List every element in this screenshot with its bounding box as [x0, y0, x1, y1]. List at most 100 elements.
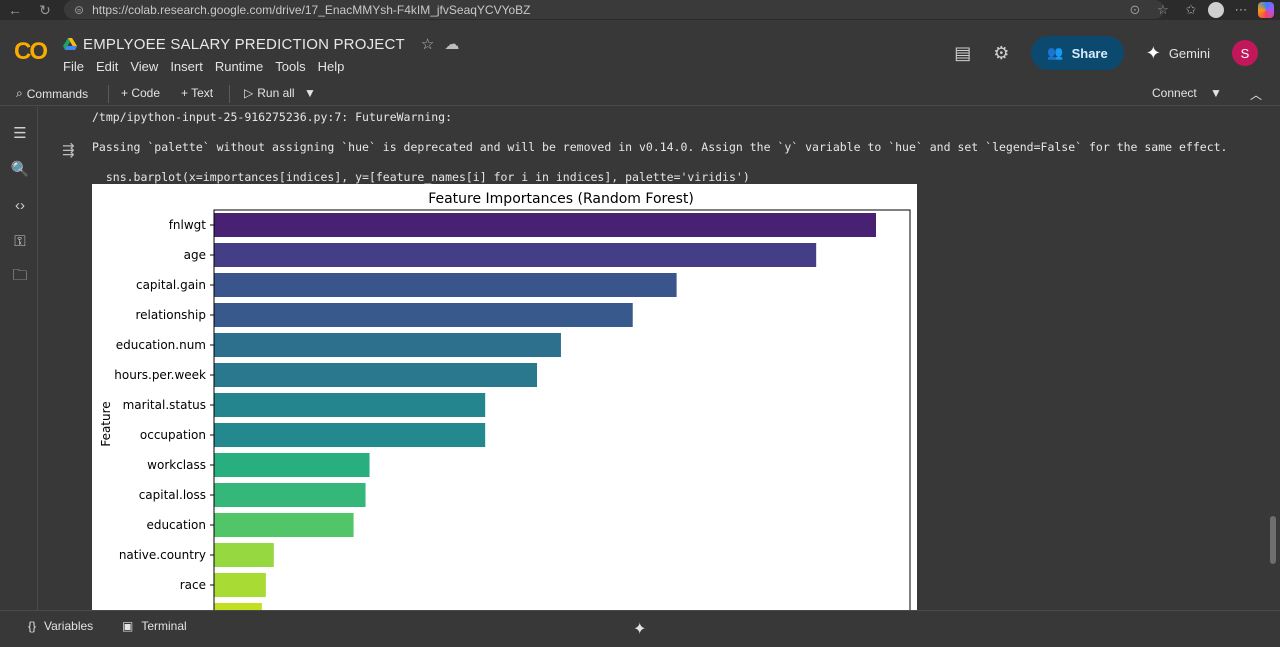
menu-edit[interactable]: Edit [96, 59, 118, 74]
favorites-icon[interactable]: ✩ [1180, 1, 1202, 19]
notebook-content: /tmp/ipython-input-25-916275236.py:7: Fu… [38, 107, 1266, 610]
url-text: https://colab.research.google.com/drive/… [92, 2, 531, 17]
people-icon: 👥 [1047, 45, 1064, 60]
chart-bar [214, 573, 266, 597]
y-tick-label: fnlwgt [169, 218, 207, 232]
menu-tools[interactable]: Tools [275, 59, 305, 74]
browser-profile-avatar[interactable] [1208, 2, 1224, 18]
search-icon: ⌕ [16, 86, 23, 100]
google-drive-icon [63, 38, 77, 50]
connect-dropdown-icon[interactable]: ▼ [1210, 86, 1222, 100]
y-tick-label: marital.status [123, 398, 206, 412]
gemini-sparkle-icon: ✦ [1145, 42, 1161, 63]
menu-bar: File Edit View Insert Runtime Tools Help [63, 59, 344, 74]
left-sidebar: ☰ 🔍 ‹› ⚿ 🗀 [0, 107, 38, 610]
more-horizontal-icon[interactable]: ⊙ [1124, 1, 1146, 19]
run-all-button[interactable]: ▷ Run all [244, 86, 295, 100]
cloud-sync-icon[interactable]: ☁ [444, 35, 459, 53]
y-tick-label: age [184, 248, 206, 262]
chart-bar [214, 333, 561, 357]
y-tick-label: capital.gain [136, 278, 206, 292]
variables-label: Variables [44, 619, 94, 633]
star-icon[interactable]: ☆ [421, 35, 434, 53]
y-tick-label: occupation [140, 428, 206, 442]
site-info-icon[interactable]: ⊜ [74, 3, 84, 17]
notebook-title[interactable]: EMPLYOEE SALARY PREDICTION PROJECT [83, 36, 405, 53]
commands-label: Commands [26, 86, 89, 101]
add-code-button[interactable]: + Code [121, 86, 160, 100]
chart-figure: Feature Importances (Random Forest) fnlwg… [92, 184, 917, 610]
y-axis-label: Feature [99, 401, 113, 446]
chart-bar [214, 213, 876, 237]
scrollbar[interactable] [1266, 107, 1280, 610]
chart-bar [214, 303, 633, 327]
terminal-label: Terminal [141, 619, 187, 633]
browser-menu-icon[interactable]: ⋯ [1230, 1, 1252, 19]
warning-code-text: sns.barplot(x=importances[indices], y=[f… [92, 170, 750, 184]
settings-gear-icon[interactable]: ⚙ [993, 43, 1009, 64]
y-tick-label: capital.loss [139, 488, 206, 502]
chart-bar [214, 393, 486, 417]
comments-icon[interactable]: ▤ [954, 43, 971, 64]
toolbar-divider [229, 85, 230, 103]
y-tick-label: education [146, 518, 206, 532]
warning-header-text: /tmp/ipython-input-25-916275236.py:7: Fu… [92, 110, 453, 124]
reload-icon[interactable]: ↻ [34, 1, 56, 19]
menu-runtime[interactable]: Runtime [215, 59, 263, 74]
menu-help[interactable]: Help [318, 59, 345, 74]
chart-bar [214, 243, 817, 267]
play-icon: ▷ [244, 86, 254, 100]
add-text-button[interactable]: + Text [181, 86, 213, 100]
table-of-contents-icon[interactable]: ☰ [10, 123, 30, 143]
menu-view[interactable]: View [130, 59, 158, 74]
address-bar[interactable]: ⊜ https://colab.research.google.com/driv… [64, 0, 1164, 19]
variables-button[interactable]: {} Variables [28, 619, 93, 633]
chart-bar [214, 363, 538, 387]
connect-button[interactable]: Connect [1152, 86, 1197, 100]
chart-bar [214, 423, 486, 447]
y-tick-label: workclass [147, 458, 206, 472]
terminal-button[interactable]: ▣ Terminal [122, 619, 187, 633]
chart-bar [214, 273, 677, 297]
menu-file[interactable]: File [63, 59, 84, 74]
chart-bar [214, 453, 370, 477]
code-snippets-icon[interactable]: ‹› [10, 195, 30, 215]
files-folder-icon[interactable]: 🗀 [10, 267, 30, 287]
share-label: Share [1071, 45, 1108, 61]
toolbar-divider [108, 85, 109, 103]
chart-bar [214, 483, 366, 507]
scrollbar-thumb[interactable] [1270, 516, 1276, 564]
back-icon[interactable]: ← [4, 1, 26, 19]
terminal-icon: ▣ [122, 619, 134, 633]
variables-braces-icon: {} [28, 619, 37, 633]
bookmark-star-icon[interactable]: ☆ [1152, 1, 1174, 19]
commands-button[interactable]: ⌕ Commands [16, 86, 88, 101]
y-tick-label: relationship [135, 308, 206, 322]
chart-bar [214, 603, 262, 610]
output-actions-icon[interactable]: ⇶ [62, 141, 75, 159]
colab-logo[interactable]: CO [14, 38, 48, 66]
menu-insert[interactable]: Insert [170, 59, 203, 74]
y-tick-label: hours.per.week [114, 368, 206, 382]
bottom-bar: {} Variables ▣ Terminal ✦ [0, 610, 1280, 647]
y-tick-label: race [180, 578, 206, 592]
chart-bar [214, 543, 274, 567]
browser-bar: ← ↻ ⊜ https://colab.research.google.com/… [0, 0, 1280, 20]
gemini-button[interactable]: ✦ Gemini [1146, 43, 1210, 64]
y-tick-label: native.country [119, 548, 206, 562]
share-button[interactable]: 👥 Share [1031, 36, 1124, 70]
bar-chart: Feature Importances (Random Forest) fnlwg… [99, 191, 911, 610]
collapse-chevron-up-icon[interactable]: ︿ [1250, 86, 1262, 103]
gemini-sparkle-icon[interactable]: ✦ [633, 619, 646, 639]
user-avatar[interactable]: S [1232, 40, 1258, 66]
copilot-icon[interactable] [1258, 2, 1274, 18]
run-all-label: Run all [257, 86, 295, 100]
chart-title: Feature Importances (Random Forest) [428, 191, 694, 207]
notebook-toolbar: ⌕ Commands + Code + Text ▷ Run all ▼ Con… [0, 82, 1280, 106]
secrets-key-icon[interactable]: ⚿ [10, 231, 30, 251]
colab-header: CO EMPLYOEE SALARY PREDICTION PROJECT ☆ … [0, 20, 1280, 82]
run-all-dropdown-icon[interactable]: ▼ [304, 86, 316, 100]
warning-message-text: Passing `palette` without assigning `hue… [92, 140, 1228, 154]
find-replace-icon[interactable]: 🔍 [10, 159, 30, 179]
chart-bar [214, 513, 354, 537]
